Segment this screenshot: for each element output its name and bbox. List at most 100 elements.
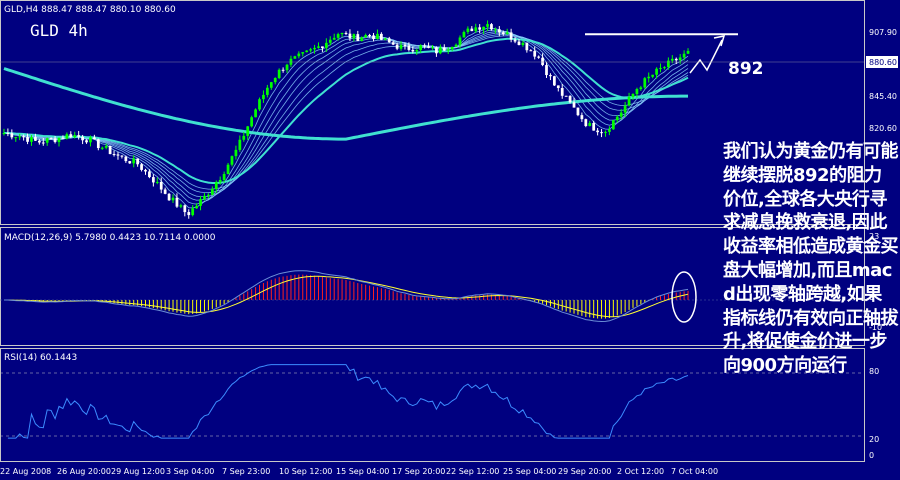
- candle-body: [623, 105, 627, 113]
- candle-body: [167, 193, 171, 201]
- target-label: 892: [728, 59, 764, 79]
- candle-body: [6, 133, 10, 135]
- candle-body: [627, 96, 631, 106]
- candle-body: [383, 38, 387, 40]
- candle-body: [478, 27, 482, 30]
- candle-body: [419, 45, 423, 51]
- candle-body: [85, 140, 88, 143]
- candle-body: [49, 138, 53, 140]
- candle-body: [246, 126, 250, 136]
- candle-body: [600, 132, 603, 134]
- candle-body: [96, 139, 100, 149]
- candle-body: [309, 49, 312, 51]
- x-tick-label: 2 Oct 12:00: [617, 467, 664, 476]
- x-tick-label: 17 Sep 20:00: [392, 467, 445, 476]
- symbol-label: GLD 4h: [30, 21, 88, 40]
- candle-body: [81, 136, 84, 141]
- candle-body: [155, 181, 159, 183]
- candle-body: [647, 76, 651, 79]
- candle-body: [364, 35, 368, 38]
- x-tick-label: 26 Aug 20:00: [57, 467, 111, 476]
- candle-body: [348, 33, 352, 39]
- candle-body: [517, 41, 521, 45]
- candle-body: [262, 94, 265, 100]
- rsi-header: RSI(14) 60.1443: [4, 353, 77, 363]
- candle-body: [132, 158, 136, 164]
- ma-mid-line: [4, 37, 689, 184]
- candle-body: [163, 189, 167, 194]
- annotation-text: 我们认为黄金仍有可能继续摆脱892的阻力价位,全球各大央行寻求减息挽救衰退,因此…: [723, 141, 899, 377]
- candle-body: [148, 171, 151, 178]
- candle-body: [509, 32, 513, 40]
- candle-body: [572, 102, 576, 108]
- candle-body: [533, 51, 537, 57]
- candle-body: [175, 197, 179, 207]
- candle-body: [494, 29, 497, 31]
- ma-line: [3, 32, 689, 198]
- chart-window: GLD,H4 888.47 888.47 880.10 880.60 GLD 4…: [0, 0, 900, 480]
- candle-body: [100, 147, 104, 149]
- candle-body: [120, 155, 124, 157]
- candle-body: [10, 133, 14, 138]
- x-tick-label: 22 Sep 12:00: [446, 467, 499, 476]
- candle-body: [144, 169, 147, 172]
- rsi-tick: 0: [869, 451, 874, 460]
- candle-body: [450, 46, 454, 50]
- ma-line: [3, 29, 689, 205]
- candle-body: [26, 137, 29, 142]
- rsi-tick: 20: [869, 435, 879, 444]
- candle-body: [53, 138, 57, 143]
- candle-body: [207, 194, 210, 196]
- x-tick-label: 29 Aug 12:00: [111, 467, 165, 476]
- ma-slow-line: [3, 67, 688, 141]
- candle-body: [415, 50, 419, 52]
- price-tick: 907.90: [869, 28, 897, 37]
- candle-body: [395, 44, 399, 49]
- candle-body: [454, 44, 458, 47]
- candle-body: [124, 156, 128, 162]
- candle-body: [431, 47, 434, 49]
- candle-body: [14, 137, 18, 139]
- candle-body: [321, 46, 324, 49]
- candle-body: [387, 38, 391, 43]
- candle-body: [486, 24, 489, 27]
- candle-body: [89, 137, 92, 143]
- candle-body: [301, 52, 305, 54]
- candle-body: [281, 69, 285, 71]
- candle-body: [305, 50, 309, 53]
- candle-body: [340, 32, 344, 35]
- candle-body: [631, 94, 635, 97]
- candle-body: [238, 139, 242, 150]
- candle-body: [438, 47, 442, 54]
- x-axis: 22 Aug 2008 26 Aug 20:00 29 Aug 12:00 3 Sep…: [0, 467, 718, 476]
- candle-body: [580, 115, 584, 120]
- x-tick-label: 3 Sep 04:00: [166, 467, 214, 476]
- candle-body: [643, 78, 647, 88]
- x-tick-label: 7 Sep 23:00: [222, 467, 270, 476]
- projection-arrow: [689, 39, 723, 74]
- candle-body: [37, 140, 41, 143]
- x-tick-label: 10 Sep 12:00: [279, 467, 332, 476]
- candle-body: [564, 95, 568, 97]
- candle-body: [191, 208, 195, 216]
- candle-body: [356, 34, 360, 41]
- candle-body: [513, 39, 517, 42]
- candle-body: [655, 68, 658, 75]
- candle-body: [497, 29, 501, 33]
- candle-body: [368, 35, 371, 37]
- x-tick-label: 22 Aug 2008: [0, 467, 51, 476]
- x-tick-label: 29 Sep 20:00: [558, 467, 611, 476]
- price-tick: 845.40: [869, 92, 897, 101]
- candle-body: [462, 31, 466, 38]
- candle-body: [151, 177, 155, 183]
- macd-header: MACD(12,26,9) 5.7980 0.4423 10.7114 0.00…: [4, 233, 216, 243]
- candle-body: [93, 137, 96, 140]
- candle-body: [372, 35, 375, 40]
- candle-body: [108, 145, 112, 155]
- candle-body: [635, 89, 639, 95]
- candle-body: [556, 85, 560, 89]
- candle-body: [30, 137, 33, 142]
- candle-body: [639, 87, 643, 90]
- candle-body: [470, 28, 474, 32]
- candle-body: [41, 142, 45, 144]
